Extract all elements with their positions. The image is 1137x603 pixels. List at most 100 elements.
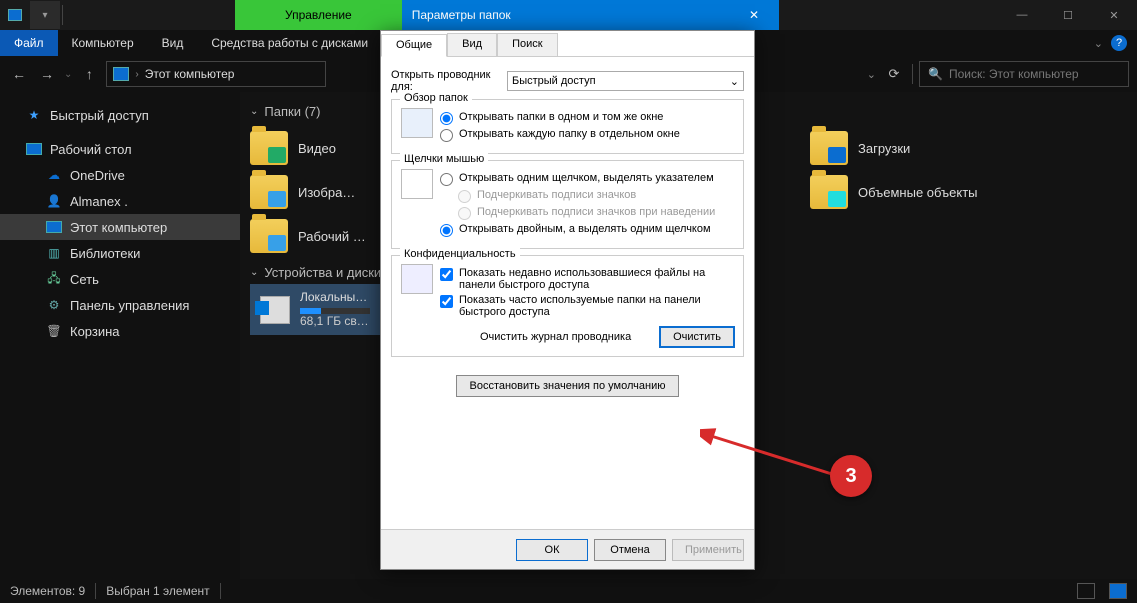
network-icon: 🖧 [46, 271, 62, 287]
sidebar-item-libraries[interactable]: ▥Библиотеки [0, 240, 240, 266]
close-button[interactable]: ✕ [1091, 0, 1137, 30]
tab-search[interactable]: Поиск [497, 33, 557, 56]
address-text: Этот компьютер [145, 67, 235, 81]
radio-single-click[interactable] [440, 173, 453, 186]
folder-item-3d-objects[interactable]: Объемные объекты [810, 175, 1050, 209]
separator [62, 5, 63, 25]
folder-icon [250, 219, 288, 253]
browse-icon [401, 108, 433, 138]
sidebar-item-onedrive[interactable]: ☁OneDrive [0, 162, 240, 188]
chevron-down-icon: ⌄ [250, 267, 258, 278]
open-explorer-label: Открыть проводник для: [391, 69, 501, 93]
folder-icon [810, 175, 848, 209]
radio-double-click[interactable] [440, 224, 453, 237]
dialog-tabs: Общие Вид Поиск [381, 31, 754, 57]
clear-history-label: Очистить журнал проводника [480, 331, 631, 343]
address-bar[interactable]: › Этот компьютер [106, 61, 326, 87]
drive-free: 68,1 ГБ свободно [300, 314, 370, 330]
sidebar-item-recycle-bin[interactable]: 🗑Корзина [0, 318, 240, 344]
drive-item-local[interactable]: Локальный диск 68,1 ГБ свободно [250, 284, 380, 335]
folder-item-downloads[interactable]: Загрузки [810, 131, 1050, 165]
nav-history-icon[interactable]: ⌄ [64, 69, 72, 80]
chevron-down-icon: ⌄ [250, 106, 258, 117]
menu-computer[interactable]: Компьютер [58, 30, 148, 56]
group-legend: Щелчки мышью [400, 153, 488, 165]
library-icon: ▥ [46, 245, 62, 261]
recycle-icon: 🗑 [46, 323, 62, 339]
click-icon [401, 169, 433, 199]
pc-icon [46, 219, 62, 235]
nav-up-button[interactable]: ↑ [78, 66, 100, 82]
control-panel-icon: ⚙ [46, 297, 62, 313]
star-icon: ★ [26, 107, 42, 123]
annotation-badge: 3 [830, 455, 872, 497]
menu-view[interactable]: Вид [148, 30, 198, 56]
dialog-close-icon[interactable]: ✕ [739, 8, 769, 22]
cancel-button[interactable]: Отмена [594, 539, 666, 561]
sidebar-item-desktop[interactable]: Рабочий стол [0, 136, 240, 162]
ribbon-expand-icon[interactable]: ⌄ [1094, 37, 1103, 50]
group-privacy: Конфиденциальность Показать недавно испо… [391, 255, 744, 357]
sidebar-item-control-panel[interactable]: ⚙Панель управления [0, 292, 240, 318]
group-legend: Обзор папок [400, 92, 472, 104]
folder-icon [810, 131, 848, 165]
cloud-icon: ☁ [46, 167, 62, 183]
group-click: Щелчки мышью Открывать одним щелчком, вы… [391, 160, 744, 249]
maximize-button[interactable]: ☐ [1045, 0, 1091, 30]
search-box[interactable]: 🔍 Поиск: Этот компьютер [919, 61, 1129, 87]
nav-back-button[interactable]: ← [8, 66, 30, 82]
refresh-button[interactable]: ⟳ [882, 66, 906, 82]
view-tiles-button[interactable] [1109, 583, 1127, 599]
group-browse: Обзор папок Открывать папки в одном и то… [391, 99, 744, 154]
search-icon: 🔍 [928, 67, 943, 81]
drive-icon [260, 296, 290, 324]
check-recent-files[interactable] [440, 268, 453, 281]
sidebar-item-quick-access[interactable]: ★Быстрый доступ [0, 102, 240, 128]
sidebar-item-this-pc[interactable]: Этот компьютер [0, 214, 240, 240]
apply-button[interactable]: Применить [672, 539, 744, 561]
window-icon [0, 9, 30, 21]
dialog-buttons: ОК Отмена Применить [381, 529, 754, 569]
minimize-button[interactable]: — [999, 0, 1045, 30]
menu-file[interactable]: Файл [0, 30, 58, 56]
folder-options-dialog: Общие Вид Поиск Открыть проводник для: Б… [380, 30, 755, 570]
chevron-down-icon: ⌄ [730, 75, 739, 88]
ok-button[interactable]: ОК [516, 539, 588, 561]
tab-general[interactable]: Общие [381, 34, 447, 57]
desktop-icon [26, 141, 42, 157]
restore-defaults-button[interactable]: Восстановить значения по умолчанию [456, 375, 678, 397]
sidebar-item-user[interactable]: 👤Almanex . [0, 188, 240, 214]
tab-view[interactable]: Вид [447, 33, 497, 56]
menu-disk-tools[interactable]: Средства работы с дисками [197, 30, 382, 56]
radio-underline-always [458, 190, 471, 203]
folder-icon [250, 131, 288, 165]
navigation-pane: ★Быстрый доступ Рабочий стол ☁OneDrive 👤… [0, 92, 240, 579]
group-legend: Конфиденциальность [400, 248, 520, 260]
dialog-title-text: Параметры папок [412, 8, 511, 22]
radio-new-window[interactable] [440, 129, 453, 142]
status-bar: Элементов: 9 Выбран 1 элемент [0, 579, 1137, 603]
search-placeholder: Поиск: Этот компьютер [949, 67, 1079, 81]
address-dropdown-icon[interactable]: ⌄ [867, 68, 876, 81]
ribbon-contextual-tab[interactable]: Управление [235, 0, 402, 30]
folder-icon [250, 175, 288, 209]
check-frequent-folders[interactable] [440, 295, 453, 308]
status-item-count: Элементов: 9 [10, 584, 85, 598]
privacy-icon [401, 264, 433, 294]
drive-name: Локальный диск [300, 290, 370, 306]
user-icon: 👤 [46, 193, 62, 209]
window-controls: — ☐ ✕ [999, 0, 1137, 30]
qat-button[interactable]: ▾ [30, 1, 60, 29]
title-bar: ▾ Управление Параметры папок ✕ — ☐ ✕ [0, 0, 1137, 30]
dialog-title-bar: Параметры папок ✕ [402, 0, 779, 30]
sidebar-item-network[interactable]: 🖧Сеть [0, 266, 240, 292]
clear-button[interactable]: Очистить [659, 326, 735, 348]
radio-same-window[interactable] [440, 112, 453, 125]
status-selection: Выбран 1 элемент [106, 584, 209, 598]
radio-underline-hover [458, 207, 471, 220]
view-details-button[interactable] [1077, 583, 1095, 599]
pc-icon [113, 67, 129, 81]
nav-forward-button[interactable]: → [36, 66, 58, 82]
help-icon[interactable]: ? [1111, 35, 1127, 51]
open-explorer-combo[interactable]: Быстрый доступ⌄ [507, 71, 744, 91]
